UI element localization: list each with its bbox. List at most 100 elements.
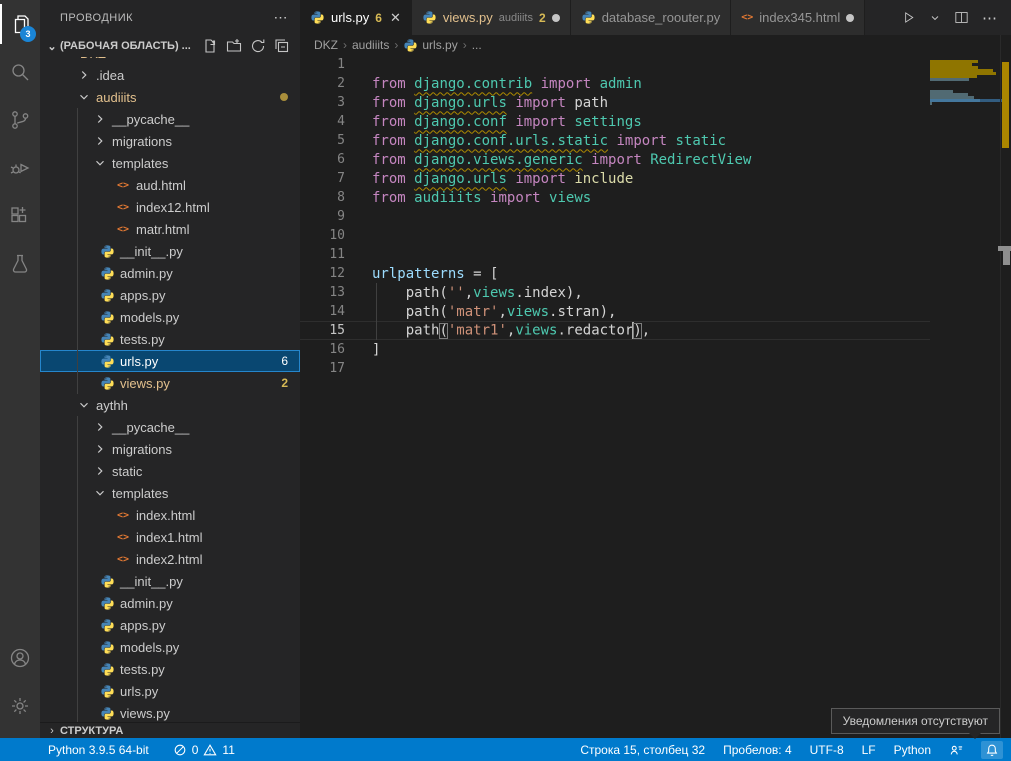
code-line-5[interactable]: 5from django.conf.urls.static import sta… (300, 131, 930, 150)
line-number[interactable]: 15 (300, 323, 345, 338)
status-eol[interactable]: LF (862, 743, 876, 757)
tab-database-roouter-py[interactable]: database_roouter.py (571, 0, 732, 35)
line-number[interactable]: 11 (300, 247, 345, 262)
line-number[interactable]: 2 (300, 76, 345, 91)
tree-item-views-py[interactable]: views.py2 (40, 372, 300, 394)
tree-item-dkz[interactable]: DKZ (40, 57, 300, 64)
tree-item--pycache-[interactable]: __pycache__ (40, 108, 300, 130)
code-line-4[interactable]: 4from django.conf import settings (300, 112, 930, 131)
tree-item--pycache-[interactable]: __pycache__ (40, 416, 300, 438)
tree-item-urls-py[interactable]: urls.py6 (40, 350, 300, 372)
breadcrumb-item[interactable]: ... (472, 38, 482, 52)
code-line-15[interactable]: 15 path('matr1',views.redactor), (300, 321, 930, 340)
tree-item-views-py[interactable]: views.py (40, 702, 300, 722)
line-number[interactable]: 17 (300, 361, 345, 376)
tree-item-apps-py[interactable]: apps.py (40, 284, 300, 306)
tree-item--init-py[interactable]: __init__.py (40, 570, 300, 592)
tree-item-apps-py[interactable]: apps.py (40, 614, 300, 636)
tree-item-tests-py[interactable]: tests.py (40, 328, 300, 350)
tree-item-templates[interactable]: templates (40, 482, 300, 504)
code-line-17[interactable]: 17 (300, 359, 930, 378)
tree-item-urls-py[interactable]: urls.py (40, 680, 300, 702)
editor-scrollbar[interactable] (1000, 35, 1011, 738)
activity-bar-explorer[interactable]: 3 (0, 0, 40, 48)
code-line-14[interactable]: 14 path('matr',views.stran), (300, 302, 930, 321)
line-number[interactable]: 12 (300, 266, 345, 281)
line-number[interactable]: 8 (300, 190, 345, 205)
status-cursor-position[interactable]: Строка 15, столбец 32 (580, 743, 705, 757)
status-problems[interactable]: 011 (173, 743, 235, 757)
activity-bar-account[interactable] (0, 634, 40, 682)
line-number[interactable]: 4 (300, 114, 345, 129)
tree-item-tests-py[interactable]: tests.py (40, 658, 300, 680)
status-interpreter[interactable]: Python 3.9.5 64-bit (48, 743, 149, 757)
tree-item--init-py[interactable]: __init__.py (40, 240, 300, 262)
line-number[interactable]: 3 (300, 95, 345, 110)
more-icon[interactable]: ⋯ (982, 9, 997, 27)
breadcrumb-item[interactable]: DKZ (314, 38, 338, 52)
tree-item-index1-html[interactable]: <>index1.html (40, 526, 300, 548)
activity-bar-extensions[interactable] (0, 192, 40, 240)
tab-index345-html[interactable]: <>index345.html (731, 0, 865, 35)
tree-item-static[interactable]: static (40, 460, 300, 482)
tab-urls-py[interactable]: urls.py6✕ (300, 0, 412, 35)
code-line-16[interactable]: 16] (300, 340, 930, 359)
code-line-1[interactable]: 1 (300, 55, 930, 74)
breadcrumb-item[interactable]: audiiits (352, 38, 389, 52)
breadcrumb-item[interactable]: urls.py (403, 38, 457, 53)
tree-item-matr-html[interactable]: <>matr.html (40, 218, 300, 240)
tree-item-admin-py[interactable]: admin.py (40, 592, 300, 614)
activity-bar-run-and-debug[interactable] (0, 144, 40, 192)
new-folder-icon[interactable] (226, 38, 242, 54)
line-number[interactable]: 9 (300, 209, 345, 224)
line-number[interactable]: 7 (300, 171, 345, 186)
line-number[interactable]: 14 (300, 304, 345, 319)
tree-item-index12-html[interactable]: <>index12.html (40, 196, 300, 218)
code-editor[interactable]: 1 2from django.contrib import admin3from … (300, 55, 930, 738)
code-line-7[interactable]: 7from django.urls import include (300, 169, 930, 188)
tree-item-admin-py[interactable]: admin.py (40, 262, 300, 284)
code-line-9[interactable]: 9 (300, 207, 930, 226)
tree-item-aythh[interactable]: aythh (40, 394, 300, 416)
tree-item-models-py[interactable]: models.py (40, 636, 300, 658)
code-line-8[interactable]: 8from audiiits import views (300, 188, 930, 207)
line-number[interactable]: 5 (300, 133, 345, 148)
activity-bar-source-control[interactable] (0, 96, 40, 144)
tree-item-index-html[interactable]: <>index.html (40, 504, 300, 526)
line-number[interactable]: 6 (300, 152, 345, 167)
more-actions-icon[interactable]: ⋯ (274, 9, 289, 26)
status-language-mode[interactable]: Python (894, 743, 931, 757)
line-number[interactable]: 10 (300, 228, 345, 243)
close-icon[interactable]: ✕ (390, 10, 401, 26)
split-editor-icon[interactable] (953, 9, 970, 26)
line-number[interactable]: 16 (300, 342, 345, 357)
tree-item-aud-html[interactable]: <>aud.html (40, 174, 300, 196)
code-line-6[interactable]: 6from django.views.generic import Redire… (300, 150, 930, 169)
new-file-icon[interactable] (202, 38, 218, 54)
code-line-11[interactable]: 11 (300, 245, 930, 264)
tree-item--idea[interactable]: .idea (40, 64, 300, 86)
activity-bar-manage[interactable] (0, 682, 40, 730)
code-line-10[interactable]: 10 (300, 226, 930, 245)
activity-bar-search[interactable] (0, 48, 40, 96)
code-line-13[interactable]: 13 path('',views.index), (300, 283, 930, 302)
code-line-12[interactable]: 12urlpatterns = [ (300, 264, 930, 283)
activity-bar-testing[interactable] (0, 240, 40, 288)
chevron-down-icon[interactable] (929, 12, 941, 24)
tab-views-py[interactable]: views.pyaudiiits2 (412, 0, 571, 35)
status-feedback[interactable] (949, 743, 963, 757)
tree-item-migrations[interactable]: migrations (40, 130, 300, 152)
status-notifications[interactable] (981, 741, 1003, 759)
outline-section-header[interactable]: › СТРУКТУРА (40, 722, 300, 738)
line-number[interactable]: 13 (300, 285, 345, 300)
code-line-3[interactable]: 3from django.urls import path (300, 93, 930, 112)
workspace-section-header[interactable]: ⌄ (РАБОЧАЯ ОБЛАСТЬ) ... (40, 35, 300, 57)
minimap[interactable] (930, 57, 1000, 377)
status-encoding[interactable]: UTF-8 (810, 743, 844, 757)
code-line-2[interactable]: 2from django.contrib import admin (300, 74, 930, 93)
tree-item-audiiits[interactable]: audiiits (40, 86, 300, 108)
refresh-icon[interactable] (250, 38, 266, 54)
tree-item-models-py[interactable]: models.py (40, 306, 300, 328)
line-number[interactable]: 1 (300, 57, 345, 72)
tree-item-index2-html[interactable]: <>index2.html (40, 548, 300, 570)
